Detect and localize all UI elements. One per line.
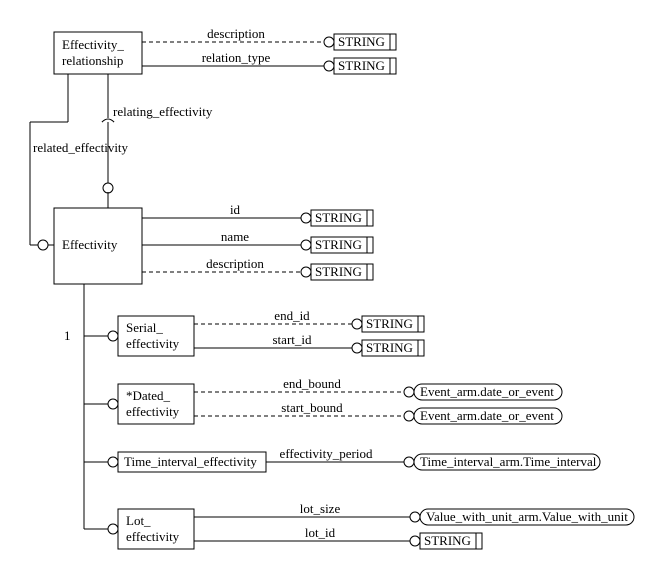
circle-relating: [103, 183, 113, 193]
label-description-rel: description: [207, 26, 265, 41]
typetext-start-id: STRING: [366, 340, 413, 355]
circle-timeint: [108, 457, 118, 467]
label-effectivity-period: effectivity_period: [280, 446, 373, 461]
label-lot-size: lot_size: [300, 501, 341, 516]
label-relation-type: relation_type: [202, 50, 271, 65]
label-end-bound: end_bound: [283, 376, 341, 391]
typetext-effectivity-period: Time_interval_arm.Time_interval: [420, 454, 597, 469]
label-relating-effectivity: relating_effectivity: [113, 104, 213, 119]
typebox-description-rel-tab: [390, 34, 396, 50]
circle-dated: [108, 399, 118, 409]
entity-timeint-label: Time_interval_effectivity: [124, 454, 257, 469]
typetext-lot-size: Value_with_unit_arm.Value_with_unit: [426, 509, 628, 524]
circle-description: [301, 267, 311, 277]
circle-lot: [108, 524, 118, 534]
typetext-start-bound: Event_arm.date_or_event: [420, 408, 554, 423]
typebox-end-id-tab: [418, 316, 424, 332]
circle-lot-size: [410, 512, 420, 522]
typetext-description: STRING: [315, 264, 362, 279]
circle-related: [38, 240, 48, 250]
circle-lot-id: [410, 536, 420, 546]
label-lot-id: lot_id: [305, 525, 336, 540]
entity-effectivity-relationship-line1: Effectivity_: [62, 37, 124, 52]
entity-effectivity-relationship: Effectivity_ relationship: [54, 32, 142, 74]
label-related-effectivity: related_effectivity: [33, 140, 129, 155]
typebox-id-tab: [367, 210, 373, 226]
typetext-id: STRING: [315, 210, 362, 225]
entity-dated-effectivity: *Dated_ effectivity: [118, 384, 194, 424]
label-description: description: [206, 256, 264, 271]
entity-time-interval-effectivity: Time_interval_effectivity: [118, 452, 266, 472]
circle-end-bound: [404, 387, 414, 397]
typetext-end-bound: Event_arm.date_or_event: [420, 384, 554, 399]
circle-name: [301, 240, 311, 250]
entity-dated-line2: effectivity: [126, 404, 180, 419]
label-end-id: end_id: [274, 308, 310, 323]
circle-relation-type: [324, 61, 334, 71]
circle-end-id: [352, 319, 362, 329]
entity-serial-line1: Serial_: [126, 320, 163, 335]
typebox-start-id-tab: [418, 340, 424, 356]
typebox-lot-id-tab: [476, 533, 482, 549]
entity-lot-effectivity: Lot_ effectivity: [118, 509, 194, 549]
label-start-id: start_id: [273, 332, 312, 347]
typebox-name-tab: [367, 237, 373, 253]
typebox-relation-type-tab: [390, 58, 396, 74]
entity-serial-effectivity: Serial_ effectivity: [118, 316, 194, 356]
typetext-end-id: STRING: [366, 316, 413, 331]
entity-effectivity-label: Effectivity: [62, 237, 118, 252]
circle-start-id: [352, 343, 362, 353]
typetext-relation-type: STRING: [338, 58, 385, 73]
entity-lot-line1: Lot_: [126, 513, 151, 528]
circle-start-bound: [404, 411, 414, 421]
label-name: name: [221, 229, 249, 244]
entity-lot-line2: effectivity: [126, 529, 180, 544]
entity-effectivity-relationship-line2: relationship: [62, 53, 123, 68]
typetext-lot-id: STRING: [424, 533, 471, 548]
circle-id: [301, 213, 311, 223]
circle-serial: [108, 331, 118, 341]
typetext-description-rel: STRING: [338, 34, 385, 49]
label-id: id: [230, 202, 241, 217]
label-start-bound: start_bound: [281, 400, 343, 415]
circle-description-rel: [324, 37, 334, 47]
typetext-name: STRING: [315, 237, 362, 252]
entity-effectivity: Effectivity: [54, 208, 142, 284]
label-one: 1: [64, 328, 71, 343]
entity-serial-line2: effectivity: [126, 336, 180, 351]
typebox-description-tab: [367, 264, 373, 280]
entity-dated-line1: *Dated_: [126, 388, 171, 403]
circle-effectivity-period: [404, 457, 414, 467]
